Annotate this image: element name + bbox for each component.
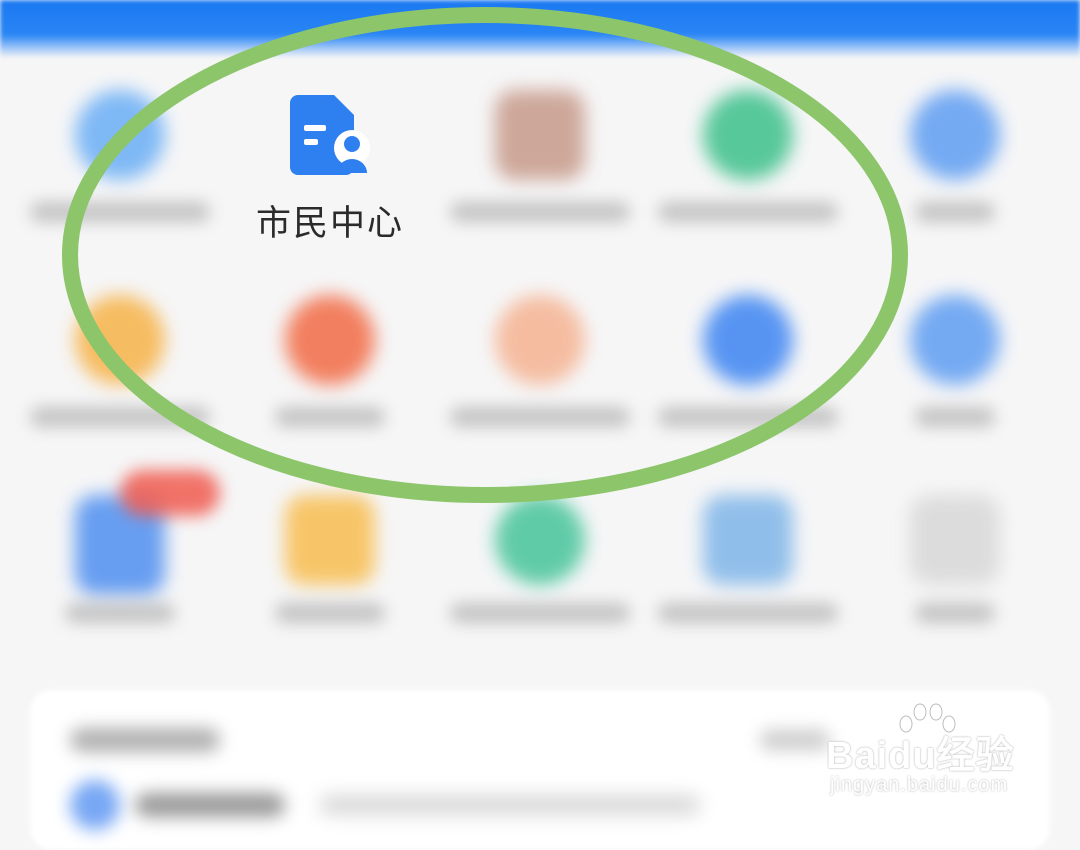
notification-badge [120,470,220,516]
app-7-label [275,407,385,427]
app-13[interactable] [450,495,630,655]
app-6-label [30,407,210,427]
app-10-label [915,407,995,427]
app-3-icon [495,90,585,180]
app-8-icon [495,295,585,385]
app-15[interactable] [865,495,1045,655]
app-9-label [658,407,838,427]
app-4[interactable] [658,90,838,250]
app-12[interactable] [240,495,420,655]
app-14[interactable] [658,495,838,655]
card-row-subtitle [320,796,700,814]
app-10-icon [910,295,1000,385]
app-13-label [450,603,630,623]
baidu-watermark: Baidu经验 jingyan.baidu.com [826,702,1036,802]
document-person-icon [290,95,370,175]
app-9[interactable] [658,295,838,455]
app-9-icon [703,295,793,385]
app-15-label [915,603,995,623]
app-6[interactable] [30,295,210,455]
app-13-icon [495,495,585,585]
app-15-icon [910,495,1000,585]
app-12-label [275,603,385,623]
app-citizen-center[interactable]: 市民中心 [240,95,420,255]
app-4-label [658,202,838,222]
card-row-title[interactable] [135,793,285,817]
app-citizen-center-label: 市民中心 [255,204,404,244]
app-1-label [30,202,210,222]
app-11[interactable] [30,495,210,655]
app-11-label [65,603,175,623]
card-row-icon [70,780,120,830]
card-more-link[interactable] [760,730,830,750]
app-1-icon [75,90,165,180]
app-12-icon [285,495,375,585]
watermark-url: jingyan.baidu.com [830,774,1009,796]
card-title [70,728,220,752]
app-7-icon [285,295,375,385]
app-5-label [915,202,995,222]
app-8-label [450,407,630,427]
app-8[interactable] [450,295,630,455]
app-3[interactable] [450,90,630,250]
app-7[interactable] [240,295,420,455]
app-14-label [658,603,838,623]
app-5-icon [910,90,1000,180]
app-4-icon [703,90,793,180]
app-14-icon [703,495,793,585]
app-6-icon [75,295,165,385]
watermark-brand: Baidu经验 [826,735,1015,777]
app-5[interactable] [865,90,1045,250]
app-3-label [450,202,630,222]
app-1[interactable] [30,90,210,250]
app-10[interactable] [865,295,1045,455]
